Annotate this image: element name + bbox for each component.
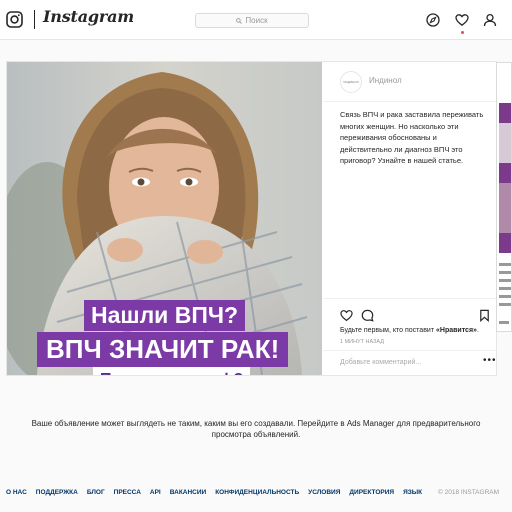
post-actions: Будьте первым, кто поставит «Нравится». … [323,298,497,375]
bookmark-icon[interactable] [478,309,491,322]
image-banner-truth-or-myth: Правда или миф? [93,367,251,375]
post-caption: Связь ВПЧ и рака заставила переживать мн… [340,110,484,165]
footer-link-support[interactable]: ПОДДЕРЖКА [36,489,78,499]
footer-link-privacy[interactable]: КОНФИДЕНЦИАЛЬНОСТЬ [215,489,299,499]
author-name[interactable]: Индинол [369,76,402,85]
next-post-thumbnail [497,63,511,331]
logo-separator [34,10,35,29]
footer-links: О НАС ПОДДЕРЖКА БЛОГ ПРЕССА API ВАКАНСИИ… [6,489,422,499]
instagram-glyph-icon[interactable] [6,11,23,28]
post-author-row: ИНДИНОЛ Индинол [323,62,497,102]
likes-prefix: Будьте первым, кто поставит [340,327,435,334]
footer-link-jobs[interactable]: ВАКАНСИИ [170,489,206,499]
like-heart-icon[interactable] [340,309,353,322]
footer-link-press[interactable]: ПРЕССА [114,489,141,499]
comment-bubble-icon[interactable] [361,309,374,322]
notification-dot [461,31,464,34]
post-sidebar: ИНДИНОЛ Индинол Связь ВПЧ и рака застави… [323,62,497,375]
image-banner-claim: ВПЧ ЗНАЧИТ РАК! [37,332,289,367]
search-icon [236,17,243,24]
compass-icon[interactable] [426,13,440,27]
image-banner-question-text: Нашли ВПЧ? [84,300,246,331]
footer-link-api[interactable]: API [150,489,161,499]
comment-row: Добавьте комментарий... ••• [323,350,497,376]
comment-input[interactable]: Добавьте комментарий... [340,359,421,366]
more-options-icon[interactable]: ••• [483,355,497,366]
search-input[interactable]: Поиск [195,13,309,28]
post-timestamp: 1 МИНУТ НАЗАД [340,339,384,345]
footer-link-about[interactable]: О НАС [6,489,27,499]
image-banner-claim-text: ВПЧ ЗНАЧИТ РАК! [37,332,289,367]
sponsored-post-card: Нашли ВПЧ? ВПЧ ЗНАЧИТ РАК! Правда или ми… [6,61,497,376]
instagram-wordmark[interactable]: Instagram [43,7,134,26]
next-post-preview[interactable] [496,62,512,332]
footer-link-language[interactable]: ЯЗЫК [403,489,422,499]
profile-icon[interactable] [483,13,497,27]
heart-icon[interactable] [455,13,469,27]
ads-manager-notice: Ваше объявление может выглядеть не таким… [31,419,481,439]
image-banner-truth-or-myth-text: Правда или миф? [93,367,251,375]
search-placeholder: Поиск [245,16,268,25]
avatar-text: ИНДИНОЛ [343,80,359,84]
footer-link-terms[interactable]: УСЛОВИЯ [308,489,340,499]
post-image[interactable]: Нашли ВПЧ? ВПЧ ЗНАЧИТ РАК! Правда или ми… [7,62,322,375]
likes-suffix: . [476,327,479,334]
footer-link-directory[interactable]: ДИРЕКТОРИЯ [349,489,394,499]
likes-line: Будьте первым, кто поставит «Нравится». [340,327,479,334]
like-link[interactable]: «Нравится» [436,327,477,334]
top-bar: Instagram Поиск [0,0,512,40]
image-banner-question: Нашли ВПЧ? [84,300,246,331]
avatar[interactable]: ИНДИНОЛ [340,71,362,93]
copyright: © 2018 INSTAGRAM [438,489,500,496]
footer-link-blog[interactable]: БЛОГ [87,489,105,499]
